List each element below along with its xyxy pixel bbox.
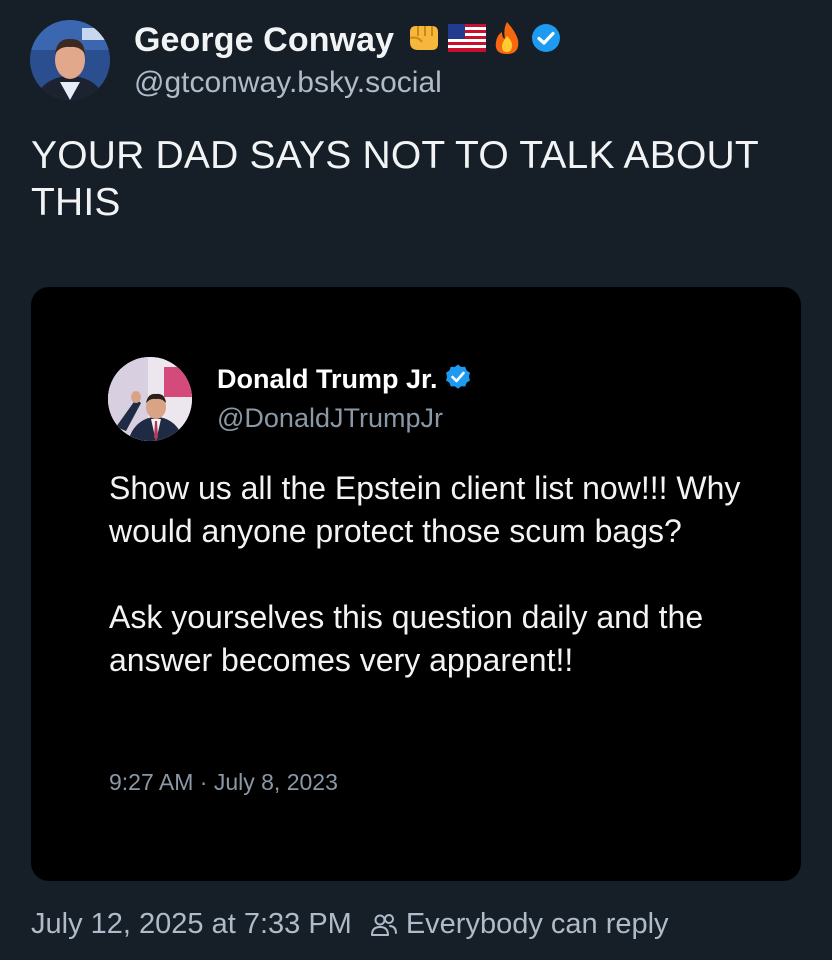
people-icon — [370, 913, 397, 936]
reply-setting-label: Everybody can reply — [405, 908, 669, 940]
author-display-name[interactable]: George Conway — [134, 21, 394, 60]
post-timestamp[interactable]: July 12, 2025 at 7:33 PM — [31, 908, 352, 941]
author-name-row: George Conway — [134, 18, 562, 62]
embed-timestamp: 9:27 AM · July 8, 2023 — [109, 769, 338, 795]
post-footer: July 12, 2025 at 7:33 PM Everybody can r… — [31, 908, 669, 941]
embed-paragraph: Show us all the Epstein client list now!… — [109, 470, 741, 549]
post-text: YOUR DAD SAYS NOT TO TALK ABOUT THIS — [31, 134, 759, 224]
embed-author-avatar — [108, 357, 192, 441]
author-avatar[interactable] — [30, 20, 110, 100]
verified-icon — [530, 22, 562, 59]
embed-author-name-row: Donald Trump Jr. — [217, 363, 472, 396]
verified-icon — [444, 363, 472, 396]
embed-paragraph: Ask yourselves this question daily and t… — [109, 599, 704, 678]
name-emojis — [406, 20, 522, 61]
embedded-image[interactable]: Donald Trump Jr. @DonaldJTrumpJr Show us… — [31, 287, 801, 881]
author-handle[interactable]: @gtconway.bsky.social — [134, 66, 442, 100]
embed-author-display-name: Donald Trump Jr. — [217, 364, 438, 394]
reply-setting-button[interactable]: Everybody can reply — [370, 908, 669, 941]
us-flag-icon — [448, 23, 487, 57]
fist-icon — [406, 22, 442, 59]
post: George Conway @gtconway.bsky.social YOUR… — [0, 0, 832, 960]
embed-author-handle: @DonaldJTrumpJr — [217, 403, 443, 433]
embed-text: Show us all the Epstein client list now!… — [109, 467, 749, 682]
fire-icon — [492, 20, 522, 61]
